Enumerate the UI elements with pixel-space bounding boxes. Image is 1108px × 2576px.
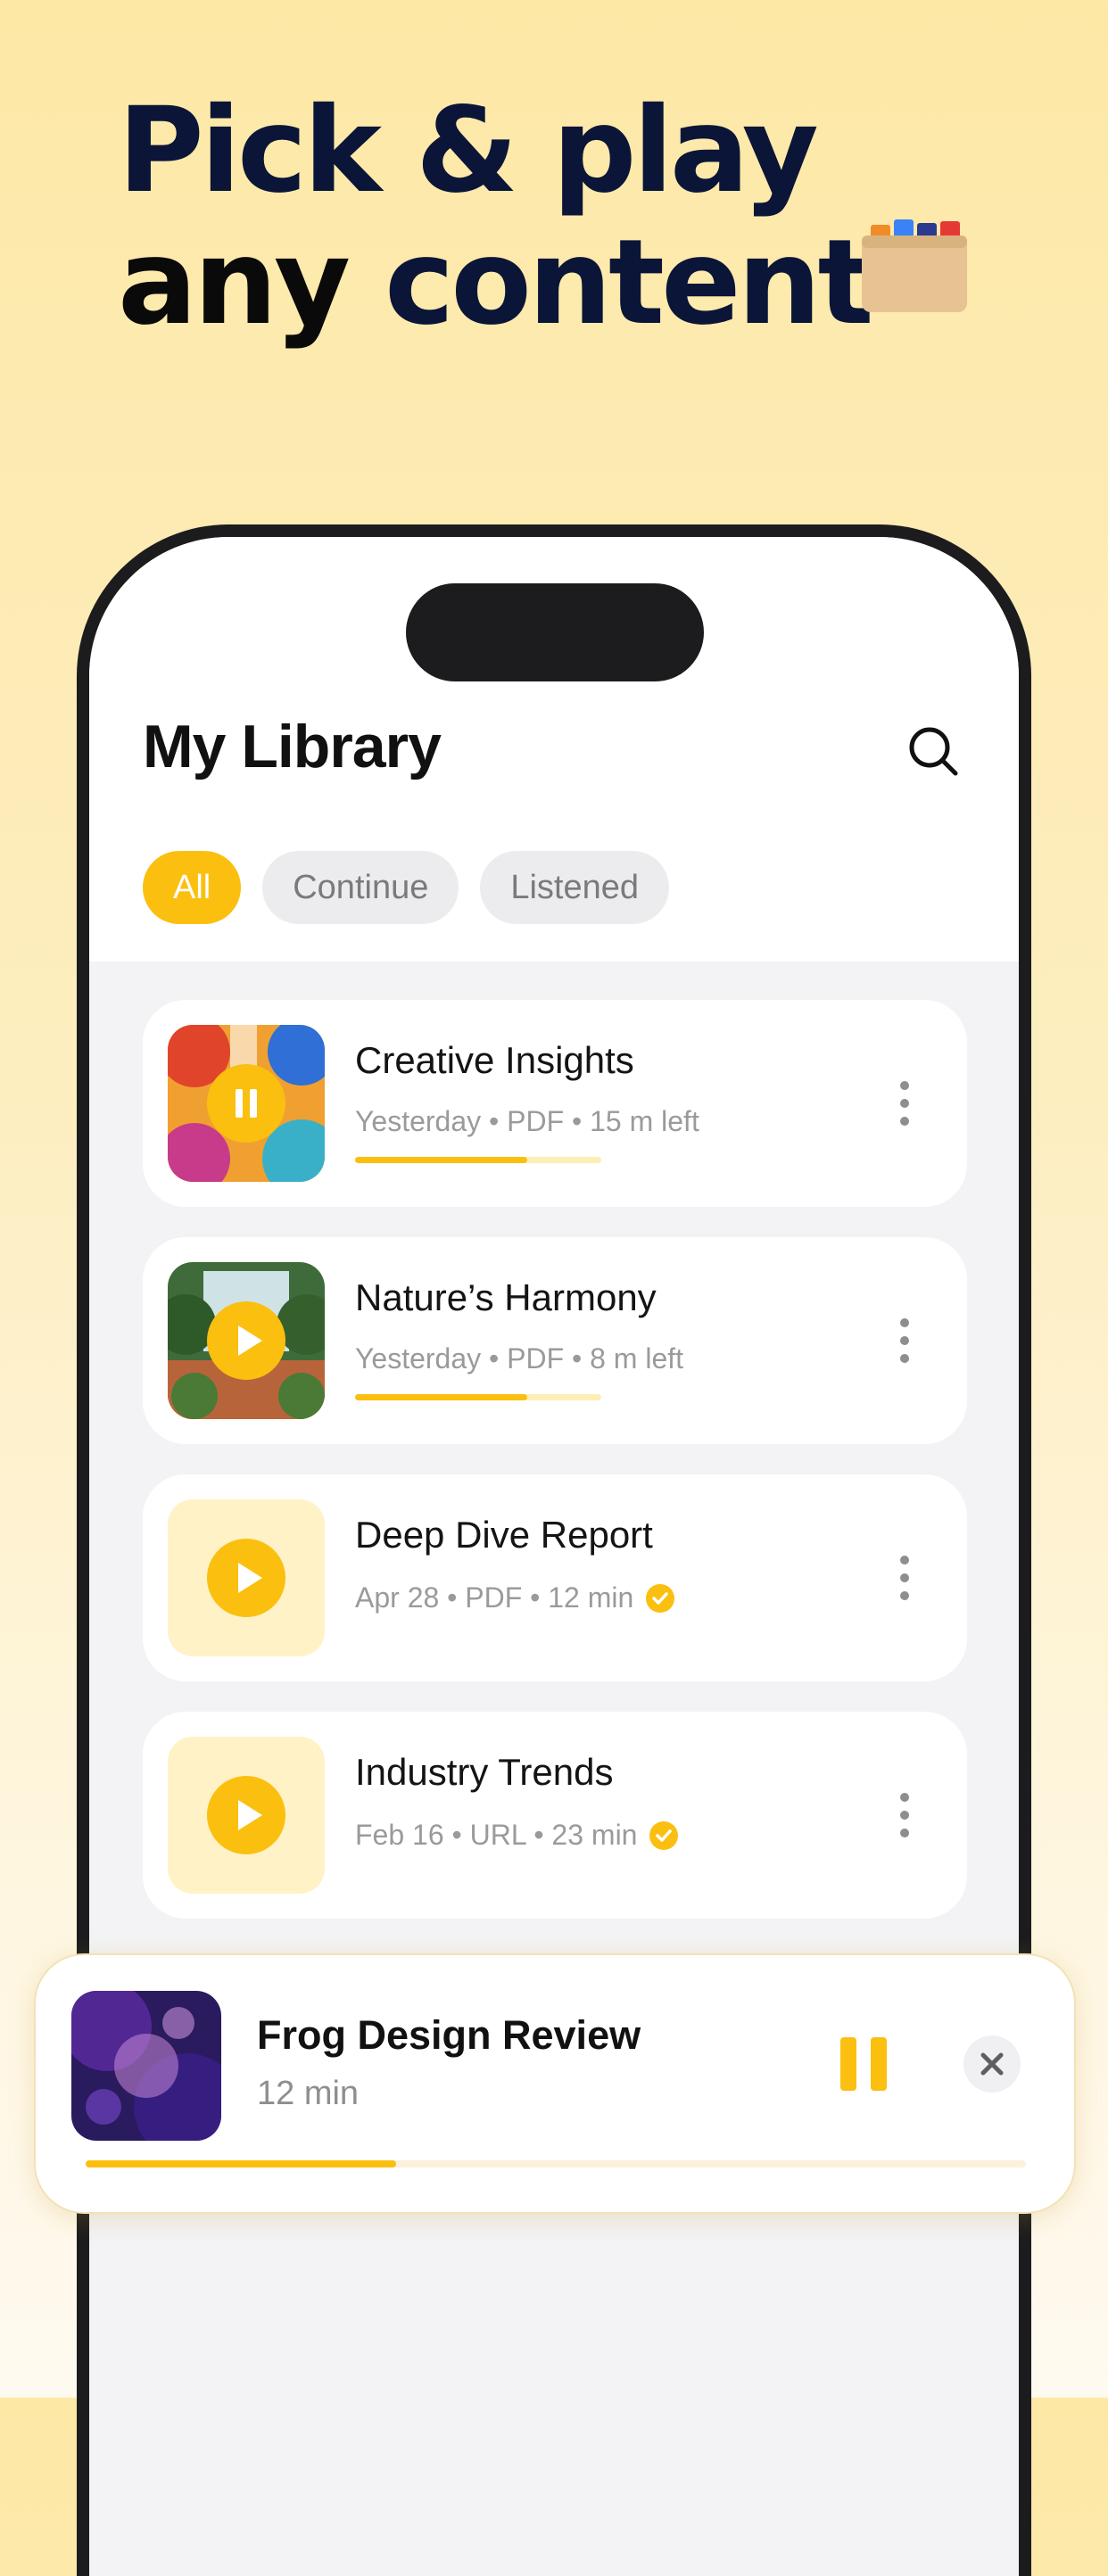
item-meta: Apr 28 • PDF • 12 min	[355, 1581, 675, 1614]
more-options-icon[interactable]	[899, 1080, 910, 1127]
headline-line-2: any content	[118, 214, 874, 351]
library-item-creative-insights[interactable]: Creative Insights Yesterday • PDF • 15 m…	[143, 1000, 967, 1207]
library-item-industry-trends[interactable]: Industry Trends Feb 16 • URL • 23 min	[143, 1712, 967, 1919]
headline: Pick & play any content	[118, 82, 874, 351]
play-button[interactable]	[207, 1539, 285, 1617]
player-artwork	[71, 1991, 221, 2141]
item-thumbnail	[168, 1499, 325, 1656]
completed-check-icon	[646, 1583, 675, 1613]
more-options-icon[interactable]	[899, 1792, 910, 1838]
item-meta-text: Feb 16 • URL • 23 min	[355, 1819, 638, 1851]
page-title: My Library	[143, 713, 442, 780]
item-thumbnail	[168, 1737, 325, 1894]
mini-player[interactable]: Frog Design Review 12 min	[36, 1955, 1074, 2212]
item-meta-text: Yesterday • PDF • 8 m left	[355, 1342, 684, 1375]
completed-check-icon	[649, 1821, 679, 1850]
item-meta: Feb 16 • URL • 23 min	[355, 1819, 679, 1852]
item-meta: Yesterday • PDF • 15 m left	[355, 1105, 699, 1138]
phone-frame: My Library All Continue Listened Creativ…	[77, 524, 1031, 2576]
filter-chips: All Continue Listened	[143, 851, 670, 924]
item-progress-fill	[355, 1394, 528, 1400]
item-title: Nature’s Harmony	[355, 1276, 657, 1318]
close-icon	[980, 2052, 1004, 2076]
item-meta-text: Yesterday • PDF • 15 m left	[355, 1105, 699, 1137]
headline-word-any: any	[118, 214, 351, 351]
filter-chip-continue[interactable]: Continue	[262, 851, 459, 924]
library-item-deep-dive-report[interactable]: Deep Dive Report Apr 28 • PDF • 12 min	[143, 1474, 967, 1681]
item-meta: Yesterday • PDF • 8 m left	[355, 1342, 683, 1375]
player-close-button[interactable]	[963, 2035, 1021, 2093]
play-button[interactable]	[207, 1776, 285, 1854]
more-options-icon[interactable]	[899, 1317, 910, 1364]
play-icon	[238, 1325, 262, 1356]
player-progress-bar[interactable]	[86, 2160, 1026, 2167]
item-title: Industry Trends	[355, 1751, 614, 1793]
player-pause-button[interactable]	[839, 2035, 889, 2093]
play-icon	[238, 1800, 262, 1830]
filter-chip-listened[interactable]: Listened	[480, 851, 670, 924]
library-header: My Library All Continue Listened	[89, 537, 1019, 962]
item-thumbnail	[168, 1262, 325, 1419]
pause-icon	[236, 1089, 257, 1118]
item-progress-fill	[355, 1157, 528, 1163]
item-title: Creative Insights	[355, 1039, 634, 1081]
pause-button[interactable]	[207, 1064, 285, 1143]
dynamic-island	[406, 583, 704, 681]
item-progress-bar	[355, 1157, 601, 1163]
play-button[interactable]	[207, 1301, 285, 1380]
headline-line-1: Pick & play	[118, 82, 819, 219]
item-meta-text: Apr 28 • PDF • 12 min	[355, 1581, 634, 1614]
filter-chip-all[interactable]: All	[143, 851, 242, 924]
item-progress-bar	[355, 1394, 601, 1400]
player-duration: 12 min	[257, 2075, 360, 2112]
player-title: Frog Design Review	[257, 2012, 641, 2058]
play-icon	[238, 1563, 262, 1593]
headline-word-content: content	[384, 214, 874, 351]
item-thumbnail	[168, 1025, 325, 1182]
player-progress-fill	[86, 2160, 396, 2167]
item-title: Deep Dive Report	[355, 1514, 653, 1556]
search-icon[interactable]	[906, 724, 960, 778]
more-options-icon[interactable]	[899, 1555, 910, 1601]
library-item-natures-harmony[interactable]: Nature’s Harmony Yesterday • PDF • 8 m l…	[143, 1237, 967, 1444]
file-box-icon	[862, 219, 967, 312]
